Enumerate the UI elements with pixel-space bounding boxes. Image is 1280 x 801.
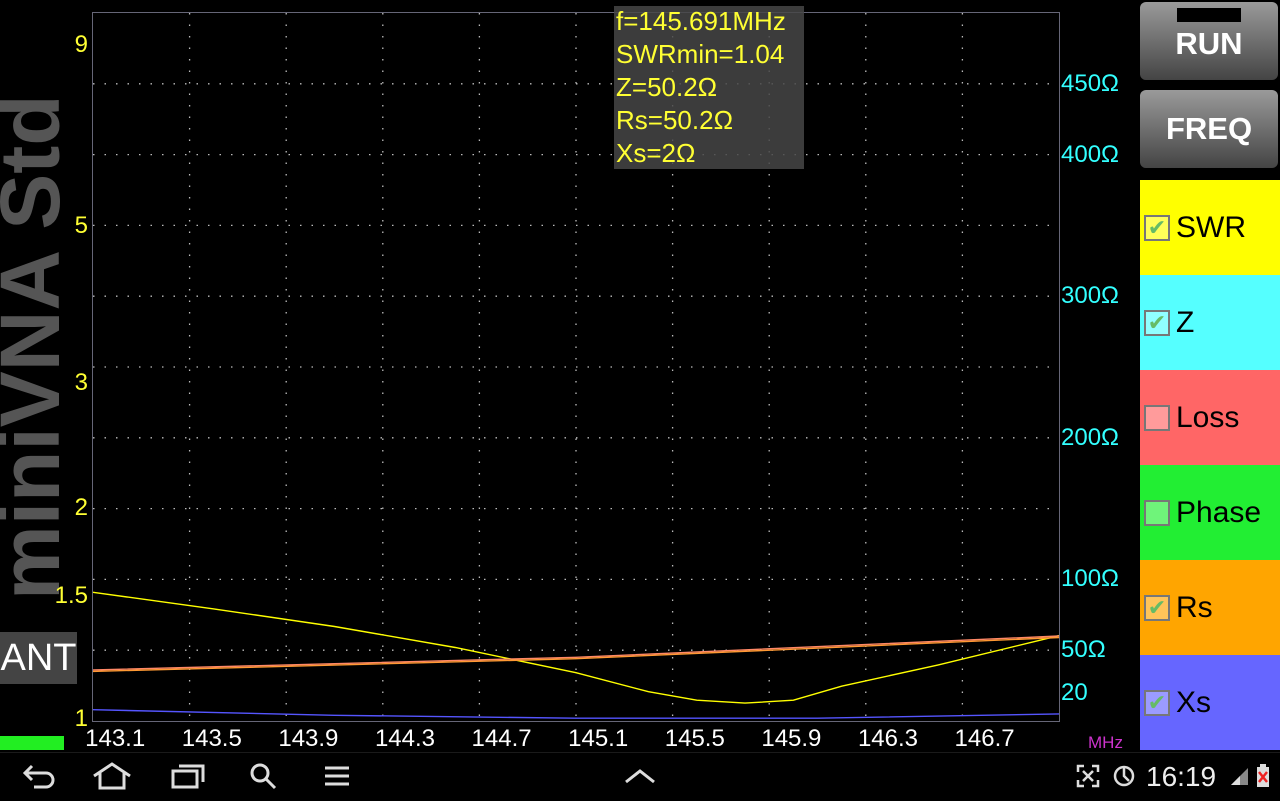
freq-button-label: FREQ <box>1165 111 1253 146</box>
x-axis-tick: 145.9 <box>761 725 822 752</box>
legend-label: Xs <box>1176 685 1212 719</box>
right-axis-tick: 200Ω <box>1061 423 1119 451</box>
left-axis-tick: 1.5 <box>54 582 88 610</box>
legend-toggle-swr[interactable]: ✔ SWR <box>1140 180 1280 275</box>
readout-xs: Xs=2Ω <box>616 138 696 168</box>
legend-toggle-loss[interactable]: Loss <box>1140 370 1280 465</box>
screenshot-icon <box>1074 752 1102 800</box>
legend-toggle-z[interactable]: ✔ Z <box>1140 275 1280 370</box>
series-line-swr <box>93 591 1059 704</box>
signal-icon <box>1228 752 1250 800</box>
plot-area[interactable] <box>92 12 1060 722</box>
right-axis-tick: 400Ω <box>1061 140 1119 168</box>
legend-toggle-rs[interactable]: ✔ Rs <box>1140 560 1280 655</box>
readout-swr-min: SWRmin=1.04 <box>616 39 785 69</box>
clock: 16:19 <box>1146 761 1217 792</box>
checkbox-checked-icon[interactable]: ✔ <box>1144 309 1170 336</box>
menu-icon[interactable] <box>322 752 352 800</box>
chart <box>93 13 1059 721</box>
right-axis-tick: 50Ω <box>1061 636 1106 664</box>
readout-rs: Rs=50.2Ω <box>616 105 733 135</box>
x-axis-tick: 145.5 <box>664 725 725 752</box>
x-axis-tick: 146.3 <box>857 725 918 752</box>
checkbox-empty-icon[interactable] <box>1144 404 1170 431</box>
run-button-label: RUN <box>1175 26 1243 61</box>
search-icon[interactable] <box>247 752 279 800</box>
readout-frequency: f=145.691MHz <box>616 6 786 36</box>
up-chevron-icon[interactable] <box>622 752 658 800</box>
back-icon[interactable] <box>18 752 60 800</box>
left-axis-tick: 3 <box>74 369 88 397</box>
legend-label: Loss <box>1176 400 1240 434</box>
checkbox-checked-icon[interactable]: ✔ <box>1144 689 1170 716</box>
marker-readout: f=145.691MHz SWRmin=1.04 Z=50.2Ω Rs=50.2… <box>614 6 804 169</box>
legend-toggle-xs[interactable]: ✔ Xs <box>1140 655 1280 750</box>
legend-label: SWR <box>1176 210 1246 244</box>
sync-icon <box>1110 752 1138 800</box>
battery-icon <box>1254 752 1272 800</box>
right-axis-tick: 100Ω <box>1061 565 1119 593</box>
recent-apps-icon[interactable] <box>168 752 208 800</box>
x-axis-tick: 143.9 <box>278 725 339 752</box>
left-axis-tick: 1 <box>74 705 88 732</box>
legend-toggle-phase[interactable]: Phase <box>1140 465 1280 560</box>
series-line-xs <box>93 709 1059 719</box>
legend-label: Rs <box>1176 590 1213 624</box>
readout-z: Z=50.2Ω <box>616 72 718 102</box>
x-axis-tick: 145.1 <box>568 725 629 752</box>
left-axis-tick: 5 <box>74 212 88 240</box>
home-icon[interactable] <box>90 752 134 800</box>
x-axis-tick: 144.7 <box>471 725 532 752</box>
x-axis-tick: 143.1 <box>85 725 146 752</box>
x-axis-tick: 143.5 <box>181 725 242 752</box>
right-axis-tick: 450Ω <box>1061 69 1119 97</box>
freq-button[interactable]: FREQ <box>1140 90 1278 168</box>
x-axis-tick: 146.7 <box>954 725 1015 752</box>
x-axis-tick: 144.3 <box>374 725 435 752</box>
legend-label: Z <box>1176 305 1195 339</box>
checkbox-checked-icon[interactable]: ✔ <box>1144 214 1170 241</box>
checkbox-empty-icon[interactable] <box>1144 499 1170 526</box>
right-axis-tick: 300Ω <box>1061 282 1119 310</box>
port-badge[interactable]: ANT <box>0 632 77 684</box>
right-axis-tick: 20 <box>1061 678 1088 706</box>
x-unit-label: MHz <box>1088 733 1123 752</box>
signal-level-bar <box>0 736 64 750</box>
series-line-z <box>93 635 1059 671</box>
run-indicator <box>1177 8 1241 22</box>
legend-label: Phase <box>1176 495 1262 529</box>
left-axis-tick: 9 <box>74 31 88 59</box>
checkbox-checked-icon[interactable]: ✔ <box>1144 594 1170 621</box>
left-axis-tick: 2 <box>74 493 88 521</box>
